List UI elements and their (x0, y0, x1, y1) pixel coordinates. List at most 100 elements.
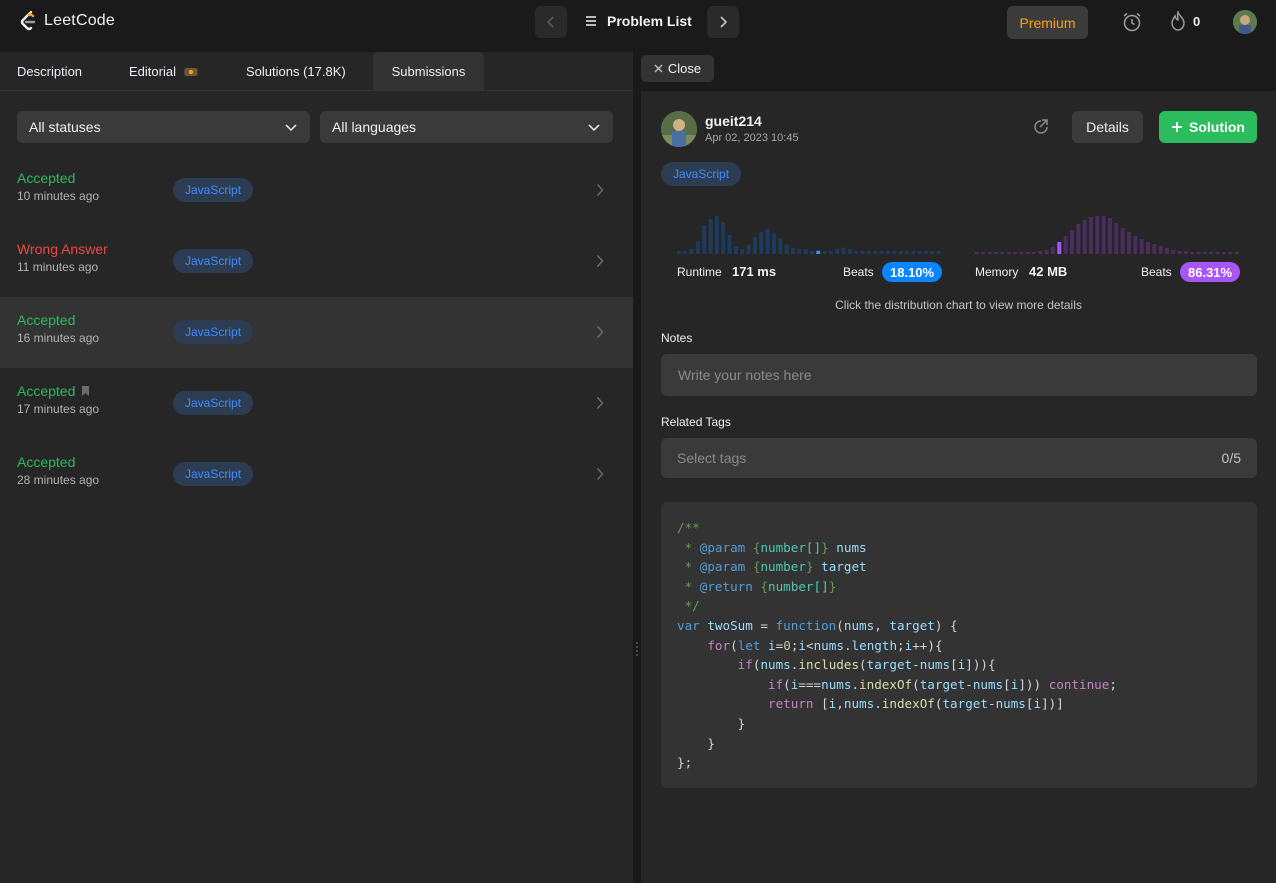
notes-label: Notes (661, 331, 693, 345)
submission-time: 11 minutes ago (17, 260, 99, 274)
submission-time: 28 minutes ago (17, 473, 100, 487)
distribution-bar (1108, 218, 1112, 254)
distribution-bar (1120, 228, 1125, 254)
distribution-bar (1032, 252, 1036, 254)
memory-distribution-chart[interactable] (975, 206, 1241, 256)
distribution-bar (936, 250, 941, 254)
distribution-bar (734, 246, 738, 254)
distribution-bar (930, 250, 935, 254)
chevron-right-icon (596, 325, 604, 339)
submission-time: 10 minutes ago (17, 189, 100, 203)
language-badge: JavaScript (173, 249, 254, 273)
submission-row-selected[interactable]: Accepted 16 minutes ago JavaScript (0, 297, 633, 368)
timer-button[interactable] (1121, 11, 1143, 38)
distribution-bar (1051, 247, 1055, 254)
bookmark-icon (82, 386, 90, 396)
distribution-bar (1095, 216, 1100, 254)
streak-counter[interactable]: 0 (1170, 11, 1200, 31)
post-solution-button[interactable]: Solution (1159, 111, 1257, 143)
solution-label: Solution (1189, 119, 1245, 135)
submission-date: Apr 02, 2023 10:45 (705, 132, 799, 144)
submission-row[interactable]: Accepted 17 minutes ago JavaScript (0, 368, 633, 439)
share-icon[interactable] (1032, 118, 1050, 136)
distribution-bar (1133, 236, 1138, 254)
distribution-bar (1038, 251, 1043, 254)
status-filter-value: All statuses (29, 119, 101, 135)
close-submission-tab[interactable]: Close (641, 55, 714, 82)
distribution-bar (1127, 232, 1131, 254)
distribution-bar (822, 250, 827, 254)
distribution-bar (1025, 252, 1030, 254)
pane-resize-handle[interactable] (633, 52, 641, 883)
chevron-down-icon (285, 124, 297, 132)
avatar-image (661, 111, 697, 147)
tab-solutions-label: Solutions (17.8K) (246, 64, 346, 79)
distribution-bar (784, 244, 789, 254)
distribution-bar (917, 250, 922, 254)
language-badge: JavaScript (173, 462, 254, 486)
distribution-bar (1177, 251, 1182, 254)
tags-placeholder: Select tags (677, 450, 747, 466)
status-filter-select[interactable]: All statuses (17, 111, 310, 143)
distribution-bar (778, 238, 783, 254)
premium-button[interactable]: Premium (1007, 6, 1088, 39)
status-text: Wrong Answer (17, 241, 108, 257)
runtime-label: Runtime (677, 265, 722, 279)
distribution-bar (886, 250, 890, 254)
submission-language-badge: JavaScript (661, 162, 742, 186)
tab-solutions[interactable]: Solutions (17.8K) (246, 52, 346, 91)
submission-row[interactable]: Wrong Answer 11 minutes ago JavaScript (0, 226, 633, 297)
distribution-bar (702, 225, 707, 254)
submission-row[interactable]: Accepted 10 minutes ago JavaScript (0, 155, 633, 226)
distribution-bar (879, 250, 884, 254)
chevron-right-icon (596, 467, 604, 481)
submission-status: Accepted (17, 312, 75, 328)
drag-handle-icon (636, 642, 638, 656)
chevron-right-icon (596, 183, 604, 197)
submission-time: 17 minutes ago (17, 402, 100, 416)
avatar-image (1233, 10, 1257, 34)
distribution-bar (848, 249, 852, 255)
distribution-bar (1101, 216, 1106, 254)
runtime-value: 171 ms (732, 264, 777, 279)
submission-status: Accepted (17, 454, 75, 470)
distribution-bar (1152, 244, 1157, 254)
submitter-avatar[interactable] (661, 111, 697, 147)
tab-description[interactable]: Description (17, 52, 82, 91)
distribution-bar (898, 250, 903, 254)
distribution-bar (892, 250, 897, 254)
submitter-username[interactable]: gueit214 (705, 113, 762, 129)
submission-time: 16 minutes ago (17, 331, 100, 345)
language-filter-select[interactable]: All languages (320, 111, 613, 143)
video-icon (184, 67, 198, 76)
runtime-distribution-chart[interactable] (677, 206, 943, 256)
distribution-bar (1196, 252, 1201, 254)
language-filter-value: All languages (332, 119, 417, 135)
memory-beats-label: Beats (1141, 265, 1172, 279)
distribution-bar (740, 249, 745, 255)
details-button[interactable]: Details (1072, 111, 1143, 143)
distribution-bar (987, 252, 992, 254)
leetcode-logo[interactable]: LeetCode (18, 10, 115, 32)
distribution-bar (841, 247, 846, 254)
tab-editorial[interactable]: Editorial (129, 52, 198, 91)
submission-code-block[interactable]: /** * @param {number[]} nums * @param {n… (661, 502, 1257, 788)
notes-input[interactable]: Write your notes here (661, 354, 1257, 396)
distribution-bar (924, 250, 928, 254)
tags-select[interactable]: Select tags 0/5 (661, 438, 1257, 478)
status-text: Accepted (17, 454, 76, 470)
distribution-bar (1234, 252, 1239, 254)
prev-problem-button[interactable] (535, 6, 567, 38)
distribution-bar (721, 222, 726, 254)
memory-beats-badge: 86.31% (1180, 262, 1241, 282)
distribution-bar (1215, 252, 1220, 254)
distribution-bar (1146, 242, 1150, 254)
distribution-bar (1013, 252, 1017, 254)
distribution-bar (1044, 250, 1049, 254)
submission-row[interactable]: Accepted 28 minutes ago JavaScript (0, 439, 633, 510)
tab-submissions[interactable]: Submissions (373, 52, 484, 91)
user-avatar[interactable] (1233, 10, 1257, 34)
problem-list-link[interactable]: Problem List (585, 13, 692, 29)
language-badge: JavaScript (173, 320, 254, 344)
next-problem-button[interactable] (707, 6, 739, 38)
